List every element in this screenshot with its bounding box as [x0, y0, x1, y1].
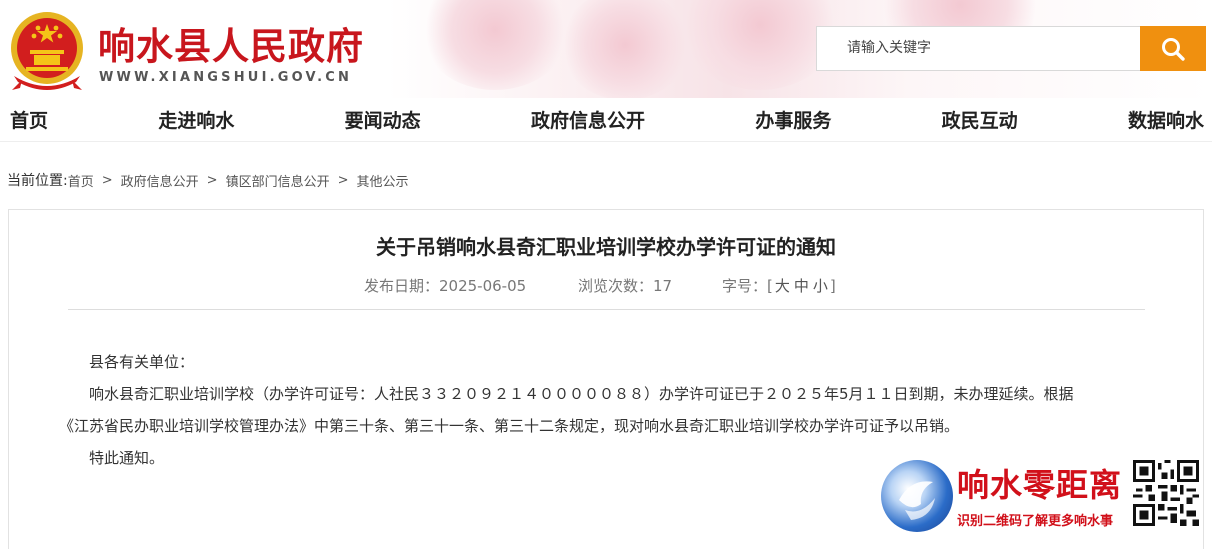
breadcrumb-link-other[interactable]: 其他公示	[356, 171, 408, 190]
paragraph: 响水县奇汇职业培训学校（办学许可证号：人社民３３２０９２１４０００００８８）办学…	[89, 385, 1074, 403]
main-nav: 首页 走进响水 要闻动态 政府信息公开 办事服务 政民互动 数据响水	[0, 98, 1212, 142]
paragraph: 《江苏省民办职业培训学校管理办法》中第三十条、第三十一条、第三十二条规定，现对响…	[59, 417, 960, 435]
search-icon	[1162, 37, 1185, 61]
breadcrumb-lead: 当前位置:	[7, 173, 68, 189]
xiangshui-logo-icon	[881, 460, 953, 532]
breadcrumb-separator: >	[337, 172, 349, 188]
nav-item-news[interactable]: 要闻动态	[345, 106, 421, 133]
site-title[interactable]: 响水县人民政府	[98, 16, 364, 70]
qr-code-icon[interactable]	[1133, 460, 1199, 526]
nav-item-interaction[interactable]: 政民互动	[942, 106, 1018, 133]
site-header: 响水县人民政府 WWW.XIANGSHUI.GOV.CN 请输入关键字	[0, 0, 1212, 98]
breadcrumb-separator: >	[206, 172, 218, 188]
search-button[interactable]	[1140, 26, 1206, 71]
font-size-small[interactable]: 小	[813, 277, 828, 295]
breadcrumb-link-gov-info[interactable]: 政府信息公开	[121, 171, 199, 190]
national-emblem-icon	[11, 12, 83, 90]
article-body: 县各有关单位： 响水县奇汇职业培训学校（办学许可证号：人社民３３２０９２１４００…	[59, 346, 1159, 474]
font-size-medium[interactable]: 中	[794, 277, 809, 295]
nav-item-data[interactable]: 数据响水	[1128, 106, 1204, 133]
nav-item-services[interactable]: 办事服务	[755, 106, 831, 133]
font-size-prefix: 字号：[	[722, 277, 773, 295]
site-url: WWW.XIANGSHUI.GOV.CN	[99, 70, 353, 85]
watermark-overlay: 响水零距离 识别二维码了解更多响水事	[881, 458, 1207, 542]
nav-item-home[interactable]: 首页	[10, 106, 48, 133]
blossom-decoration	[560, 0, 690, 98]
nav-item-about[interactable]: 走进响水	[158, 106, 234, 133]
title-divider	[68, 309, 1145, 310]
breadcrumb-separator: >	[101, 172, 113, 188]
publish-date: 发布日期：2025-06-05	[364, 277, 527, 295]
breadcrumb-link-dept-info[interactable]: 镇区部门信息公开	[226, 171, 330, 190]
font-size-suffix: ]	[829, 277, 836, 295]
font-size-switcher: 字号：[大中小]	[722, 275, 836, 296]
view-count: 浏览次数：17	[578, 277, 673, 295]
breadcrumb: 当前位置: 首页 > 政府信息公开 > 镇区部门信息公开 > 其他公示	[7, 170, 409, 190]
article-title: 关于吊销响水县奇汇职业培训学校办学许可证的通知	[376, 235, 836, 259]
salutation: 县各有关单位：	[89, 353, 195, 371]
nav-item-gov-info[interactable]: 政府信息公开	[531, 106, 645, 133]
blossom-decoration	[420, 0, 570, 90]
search-input[interactable]: 请输入关键字	[816, 26, 1140, 71]
breadcrumb-link-home[interactable]: 首页	[68, 171, 94, 190]
watermark-subtitle: 识别二维码了解更多响水事	[957, 514, 1114, 529]
font-size-large[interactable]: 大	[775, 277, 790, 295]
watermark-title: 响水零距离	[957, 466, 1123, 504]
